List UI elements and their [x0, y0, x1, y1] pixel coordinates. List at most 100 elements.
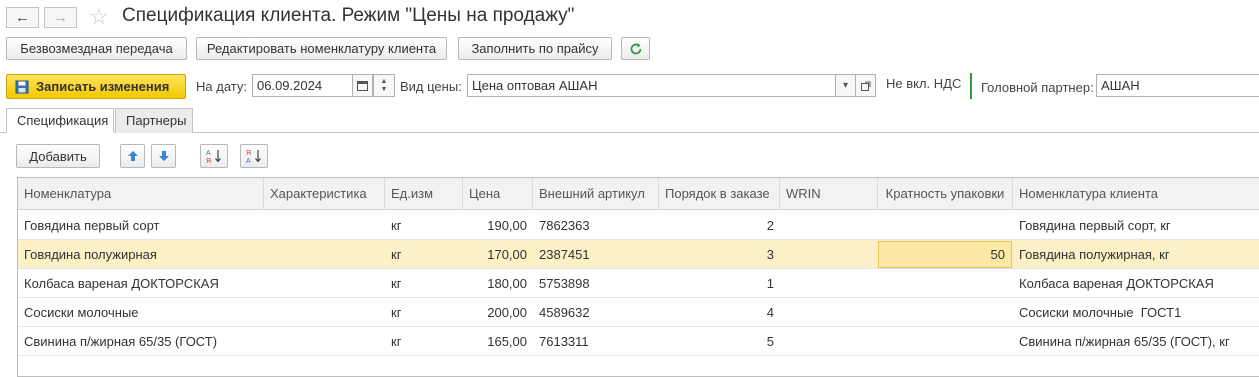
- arrow-right-icon: →: [53, 9, 68, 26]
- cell-nomenclature[interactable]: Свинина п/жирная 65/35 (ГОСТ): [18, 327, 264, 356]
- cell-price[interactable]: 170,00: [463, 240, 533, 269]
- table-row[interactable]: Сосиски молочные кг 200,00 4589632 4 Сос…: [18, 298, 1259, 327]
- partner-label: Головной партнер:: [981, 80, 1094, 95]
- column-header[interactable]: Ед.изм: [385, 178, 463, 210]
- cell-pack-multiplicity[interactable]: [878, 298, 1013, 327]
- arrow-down-icon: [158, 150, 170, 162]
- cell-nomenclature[interactable]: Колбаса вареная ДОКТОРСКАЯ: [18, 269, 264, 298]
- cell-unit[interactable]: кг: [385, 327, 463, 356]
- sort-descending-button[interactable]: Я А: [240, 144, 268, 168]
- column-header[interactable]: Внешний артикул: [533, 178, 659, 210]
- cell-external-article[interactable]: 7862363: [533, 211, 659, 240]
- specification-table[interactable]: Номенклатура Характеристика Ед.изм Цена …: [17, 177, 1259, 377]
- cell-external-article[interactable]: 5753898: [533, 269, 659, 298]
- cell-characteristic[interactable]: [264, 327, 385, 356]
- cell-wrin[interactable]: [780, 298, 878, 327]
- spin-down-icon[interactable]: ▼: [381, 86, 388, 94]
- cell-characteristic[interactable]: [264, 240, 385, 269]
- table-row[interactable]: Свинина п/жирная 65/35 (ГОСТ) кг 165,00 …: [18, 327, 1259, 356]
- column-header[interactable]: Порядок в заказе: [659, 178, 780, 210]
- cell-client-nomenclature[interactable]: Говядина полужирная, кг: [1013, 240, 1259, 269]
- cell-unit[interactable]: кг: [385, 298, 463, 327]
- column-header[interactable]: Характеристика: [264, 178, 385, 210]
- edit-client-nomenclature-button[interactable]: Редактировать номенклатуру клиента: [196, 37, 447, 60]
- column-header[interactable]: WRIN: [780, 178, 878, 210]
- cell-price[interactable]: 190,00: [463, 211, 533, 240]
- cell-client-nomenclature[interactable]: Говядина первый сорт, кг: [1013, 211, 1259, 240]
- cell-pack-multiplicity[interactable]: [878, 327, 1013, 356]
- refresh-button[interactable]: [621, 37, 650, 60]
- cell-characteristic[interactable]: [264, 269, 385, 298]
- svg-text:Я: Я: [206, 158, 211, 164]
- move-up-button[interactable]: [120, 144, 145, 168]
- favorite-star-icon[interactable]: ☆: [89, 4, 109, 30]
- cell-client-nomenclature[interactable]: Сосиски молочные ГОСТ1: [1013, 298, 1259, 327]
- floppy-disk-icon: [15, 80, 29, 94]
- save-changes-button[interactable]: Записать изменения: [6, 74, 186, 99]
- cell-pack-multiplicity[interactable]: [878, 269, 1013, 298]
- cell-wrin[interactable]: [780, 240, 878, 269]
- cell-unit[interactable]: кг: [385, 269, 463, 298]
- fill-by-pricelist-button[interactable]: Заполнить по прайсу: [458, 37, 612, 60]
- table-row[interactable]: Колбаса вареная ДОКТОРСКАЯ кг 180,00 575…: [18, 269, 1259, 298]
- tab-specification[interactable]: Спецификация: [6, 108, 114, 133]
- date-label: На дату:: [196, 79, 247, 94]
- table-row[interactable]: Говядина первый сорт кг 190,00 7862363 2…: [18, 211, 1259, 240]
- cell-order[interactable]: 3: [659, 240, 780, 269]
- cell-characteristic[interactable]: [264, 211, 385, 240]
- arrow-left-icon: ←: [15, 9, 30, 26]
- cell-price[interactable]: 180,00: [463, 269, 533, 298]
- cell-nomenclature[interactable]: Говядина первый сорт: [18, 211, 264, 240]
- add-button[interactable]: Добавить: [16, 144, 100, 168]
- open-link-icon: [860, 81, 871, 91]
- price-type-field[interactable]: Цена оптовая АШАН: [467, 74, 836, 97]
- sort-ascending-button[interactable]: А Я: [200, 144, 228, 168]
- cell-order[interactable]: 5: [659, 327, 780, 356]
- cell-characteristic[interactable]: [264, 298, 385, 327]
- calendar-icon: [357, 80, 368, 91]
- column-header[interactable]: Номенклатура клиента: [1013, 178, 1259, 210]
- date-field[interactable]: 06.09.2024: [252, 74, 353, 97]
- cell-wrin[interactable]: [780, 269, 878, 298]
- svg-text:А: А: [206, 150, 211, 157]
- free-transfer-button[interactable]: Безвозмездная передача: [6, 37, 187, 60]
- calendar-button[interactable]: [352, 74, 373, 97]
- tab-partners[interactable]: Партнеры: [115, 108, 193, 133]
- cell-external-article[interactable]: 2387451: [533, 240, 659, 269]
- move-down-button[interactable]: [151, 144, 176, 168]
- cell-order[interactable]: 1: [659, 269, 780, 298]
- price-type-dropdown-button[interactable]: ▾: [835, 74, 856, 97]
- column-header[interactable]: Цена: [463, 178, 533, 210]
- cell-external-article[interactable]: 4589632: [533, 298, 659, 327]
- cell-unit[interactable]: кг: [385, 211, 463, 240]
- column-header[interactable]: Кратность упаковки: [878, 178, 1013, 210]
- price-type-label: Вид цены:: [400, 79, 462, 94]
- cell-wrin[interactable]: [780, 327, 878, 356]
- refresh-icon: [629, 42, 643, 56]
- spin-up-icon[interactable]: ▲: [381, 78, 388, 86]
- cell-order[interactable]: 2: [659, 211, 780, 240]
- cell-nomenclature[interactable]: Сосиски молочные: [18, 298, 264, 327]
- cell-pack-multiplicity-editing[interactable]: 50: [878, 241, 1012, 268]
- cell-price[interactable]: 200,00: [463, 298, 533, 327]
- cell-price[interactable]: 165,00: [463, 327, 533, 356]
- forward-button[interactable]: →: [44, 7, 77, 28]
- cell-unit[interactable]: кг: [385, 240, 463, 269]
- table-row-selected[interactable]: Говядина полужирная кг 170,00 2387451 3 …: [18, 240, 1259, 269]
- cell-nomenclature[interactable]: Говядина полужирная: [18, 240, 264, 269]
- partner-field[interactable]: АШАН: [1096, 74, 1259, 97]
- cell-wrin[interactable]: [780, 211, 878, 240]
- svg-text:Я: Я: [246, 150, 251, 157]
- vat-text: Не вкл. НДС: [886, 76, 962, 91]
- cell-external-article[interactable]: 7613311: [533, 327, 659, 356]
- cell-pack-multiplicity[interactable]: [878, 211, 1013, 240]
- page-title: Спецификация клиента. Режим "Цены на про…: [122, 5, 575, 26]
- price-type-open-button[interactable]: [855, 74, 876, 97]
- cell-order[interactable]: 4: [659, 298, 780, 327]
- cell-client-nomenclature[interactable]: Колбаса вареная ДОКТОРСКАЯ: [1013, 269, 1259, 298]
- date-spinner[interactable]: ▲ ▼: [373, 74, 395, 97]
- save-changes-label: Записать изменения: [36, 79, 170, 94]
- back-button[interactable]: ←: [6, 7, 39, 28]
- cell-client-nomenclature[interactable]: Свинина п/жирная 65/35 (ГОСТ), кг: [1013, 327, 1259, 356]
- column-header[interactable]: Номенклатура: [18, 178, 264, 210]
